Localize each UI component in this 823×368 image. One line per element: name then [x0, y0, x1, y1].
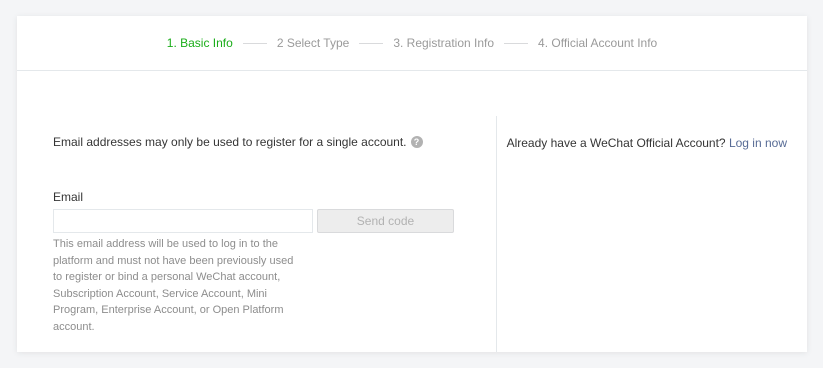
send-code-button[interactable]: Send code	[317, 209, 454, 233]
step-separator	[242, 42, 267, 44]
step-official-account-info: 4. Official Account Info	[538, 36, 658, 50]
step-registration-info: 3. Registration Info	[393, 36, 495, 50]
existing-account-text: Already have a WeChat Official Account?	[506, 136, 726, 150]
notice-text: Email addresses may only be used to regi…	[53, 135, 407, 149]
registration-card: 1. Basic Info 2 Select Type 3. Registrat…	[17, 16, 807, 352]
login-now-link[interactable]: Log in now	[729, 136, 787, 150]
question-circle-icon[interactable]: ?	[410, 136, 423, 148]
basic-info-form: Email addresses may only be used to regi…	[53, 70, 493, 352]
existing-account-prompt: Already have a WeChat Official Account? …	[507, 136, 787, 150]
registration-steps: 1. Basic Info 2 Select Type 3. Registrat…	[17, 16, 807, 71]
step-separator	[359, 42, 384, 44]
login-sidebar: Already have a WeChat Official Account? …	[497, 70, 787, 352]
email-label: Email	[53, 190, 84, 204]
email-field[interactable]	[53, 209, 313, 233]
step-separator	[504, 42, 529, 44]
single-account-notice: Email addresses may only be used to regi…	[53, 135, 423, 149]
step-select-type: 2 Select Type	[276, 36, 350, 50]
email-hint: This email address will be used to log i…	[53, 238, 294, 333]
step-basic-info: 1. Basic Info	[166, 36, 233, 50]
